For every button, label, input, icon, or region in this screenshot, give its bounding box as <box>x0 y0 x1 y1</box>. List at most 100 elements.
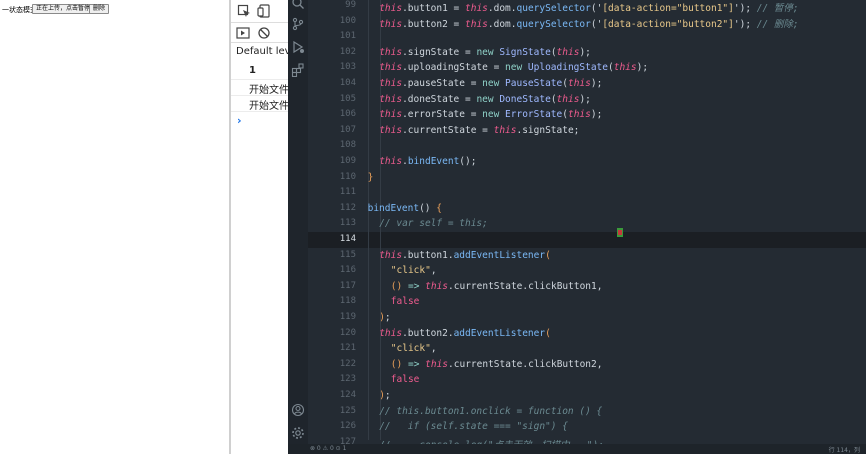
line-number: 125 <box>339 405 356 416</box>
code-line: // this.button1.onclick = function () { <box>379 406 602 417</box>
code-line: // var self = this; <box>379 218 488 229</box>
code-token: .signState; <box>516 124 580 136</box>
code-token: this <box>379 3 403 14</box>
search-icon[interactable] <box>291 0 305 10</box>
code-token: ); <box>636 62 649 74</box>
code-token: .button1. <box>402 249 454 261</box>
devtools-toolbar <box>231 0 289 23</box>
code-line: this.currentState = this.signState; <box>379 125 579 136</box>
cursor-position[interactable]: 行 114，列 <box>829 445 860 454</box>
code-token: new <box>482 109 506 121</box>
code-token: this <box>379 18 403 30</box>
code-token: this <box>425 358 449 370</box>
inspect-element-icon[interactable] <box>237 4 251 18</box>
code-token: .button1 = <box>402 3 465 14</box>
console-message-text: 开始文件 <box>249 101 289 112</box>
console-prompt[interactable]: › <box>237 114 242 127</box>
run-debug-icon[interactable] <box>291 40 305 54</box>
settings-gear-icon[interactable] <box>291 426 305 440</box>
code-token: // 删除; <box>756 18 799 30</box>
code-token: (' <box>590 3 603 14</box>
source-control-icon[interactable] <box>291 17 305 31</box>
code-token: this <box>379 156 403 167</box>
code-token: this <box>379 62 403 74</box>
code-token: { <box>436 202 442 214</box>
code-token: (' <box>590 18 603 30</box>
code-area[interactable]: this.button1 = this.dom.querySelector('[… <box>356 0 866 454</box>
code-token: ); <box>590 78 603 89</box>
code-token: this <box>379 327 403 339</box>
problems-count[interactable]: ⊗ 0 ⚠ 0 ⊙ 1 <box>310 445 346 452</box>
code-token: this <box>379 124 403 136</box>
code-token: [data-action="button2"] <box>602 18 734 30</box>
code-token: '); <box>733 18 757 30</box>
code-token: this <box>493 124 517 136</box>
line-number: 99 <box>345 0 356 10</box>
code-line: this.button1 = this.dom.querySelector('[… <box>379 0 798 14</box>
code-token: .button2. <box>402 327 454 339</box>
code-line: this.button2 = this.dom.querySelector('[… <box>379 16 798 30</box>
code-line: false <box>391 296 420 307</box>
code-token: ); <box>579 93 591 105</box>
line-number: 101 <box>339 31 356 42</box>
code-line: this.button2.addEventListener( <box>379 328 551 339</box>
code-token: this <box>556 93 580 105</box>
devtools-panel: Default levels 1 开始文件 开始文件 › <box>230 0 305 454</box>
code-token: new <box>476 93 500 105</box>
code-token: .signState = <box>402 46 477 58</box>
status-bar: ⊗ 0 ⚠ 0 ⊙ 1 行 114，列 <box>288 444 866 454</box>
code-line: bindEvent() { <box>368 203 442 214</box>
delete-button[interactable]: 删除 <box>89 4 110 14</box>
code-token: ( <box>545 249 551 261</box>
line-number: 112 <box>339 202 356 213</box>
code-token: ); <box>590 109 603 121</box>
code-token: ( <box>545 327 551 339</box>
sidebar-toggle-icon[interactable] <box>236 26 250 40</box>
code-line: () => this.currentState.clickButton2, <box>391 359 603 370</box>
code-token: UploadingState <box>527 62 608 74</box>
console-message: 1 <box>231 64 289 80</box>
code-token: } <box>367 171 374 183</box>
code-token: // 暂停; <box>756 3 799 14</box>
console-message: 开始文件 <box>231 96 289 112</box>
code-token: new <box>476 46 500 58</box>
code-token: => <box>402 280 426 292</box>
code-token: this <box>556 46 580 58</box>
code-token: this <box>379 78 403 89</box>
code-token: .dom. <box>487 3 517 14</box>
extensions-icon[interactable] <box>291 63 305 77</box>
code-token: this <box>465 18 488 30</box>
code-token: this <box>567 109 591 121</box>
line-number: 120 <box>339 327 356 338</box>
line-number: 124 <box>339 390 356 400</box>
line-number: 107 <box>339 124 356 135</box>
code-line: false <box>391 374 420 385</box>
code-token: .currentState = <box>402 124 494 136</box>
code-token: new <box>505 62 528 74</box>
code-token: () <box>390 358 403 370</box>
code-token: ; <box>384 390 391 401</box>
console-message-text: 1 <box>249 65 256 76</box>
account-icon[interactable] <box>291 403 305 417</box>
line-number: 115 <box>339 249 356 260</box>
code-token: () <box>390 280 403 292</box>
code-token: , <box>430 343 437 355</box>
code-token: ; <box>384 312 391 323</box>
clear-console-icon[interactable] <box>257 26 271 40</box>
code-token: .dom. <box>487 18 517 30</box>
code-token: .errorState = <box>402 109 483 121</box>
code-token: addEventListener <box>453 327 546 339</box>
code-token: bindEvent <box>407 156 460 167</box>
code-token: => <box>402 358 426 370</box>
line-number: 110 <box>339 171 356 182</box>
line-number: 118 <box>339 296 356 307</box>
line-number: 100 <box>339 15 356 26</box>
code-token: [data-action="button1"] <box>602 3 734 14</box>
browser-page: 一状态模式 正在上传，点击暂停 删除 <box>0 0 230 454</box>
code-token: ); <box>579 46 591 58</box>
upload-pause-button[interactable]: 正在上传，点击暂停 <box>32 4 95 14</box>
code-token: this <box>465 3 488 14</box>
code-line: // if (self.state === "sign") { <box>379 421 568 432</box>
device-toggle-icon[interactable] <box>257 4 271 18</box>
code-token: this <box>425 280 449 292</box>
